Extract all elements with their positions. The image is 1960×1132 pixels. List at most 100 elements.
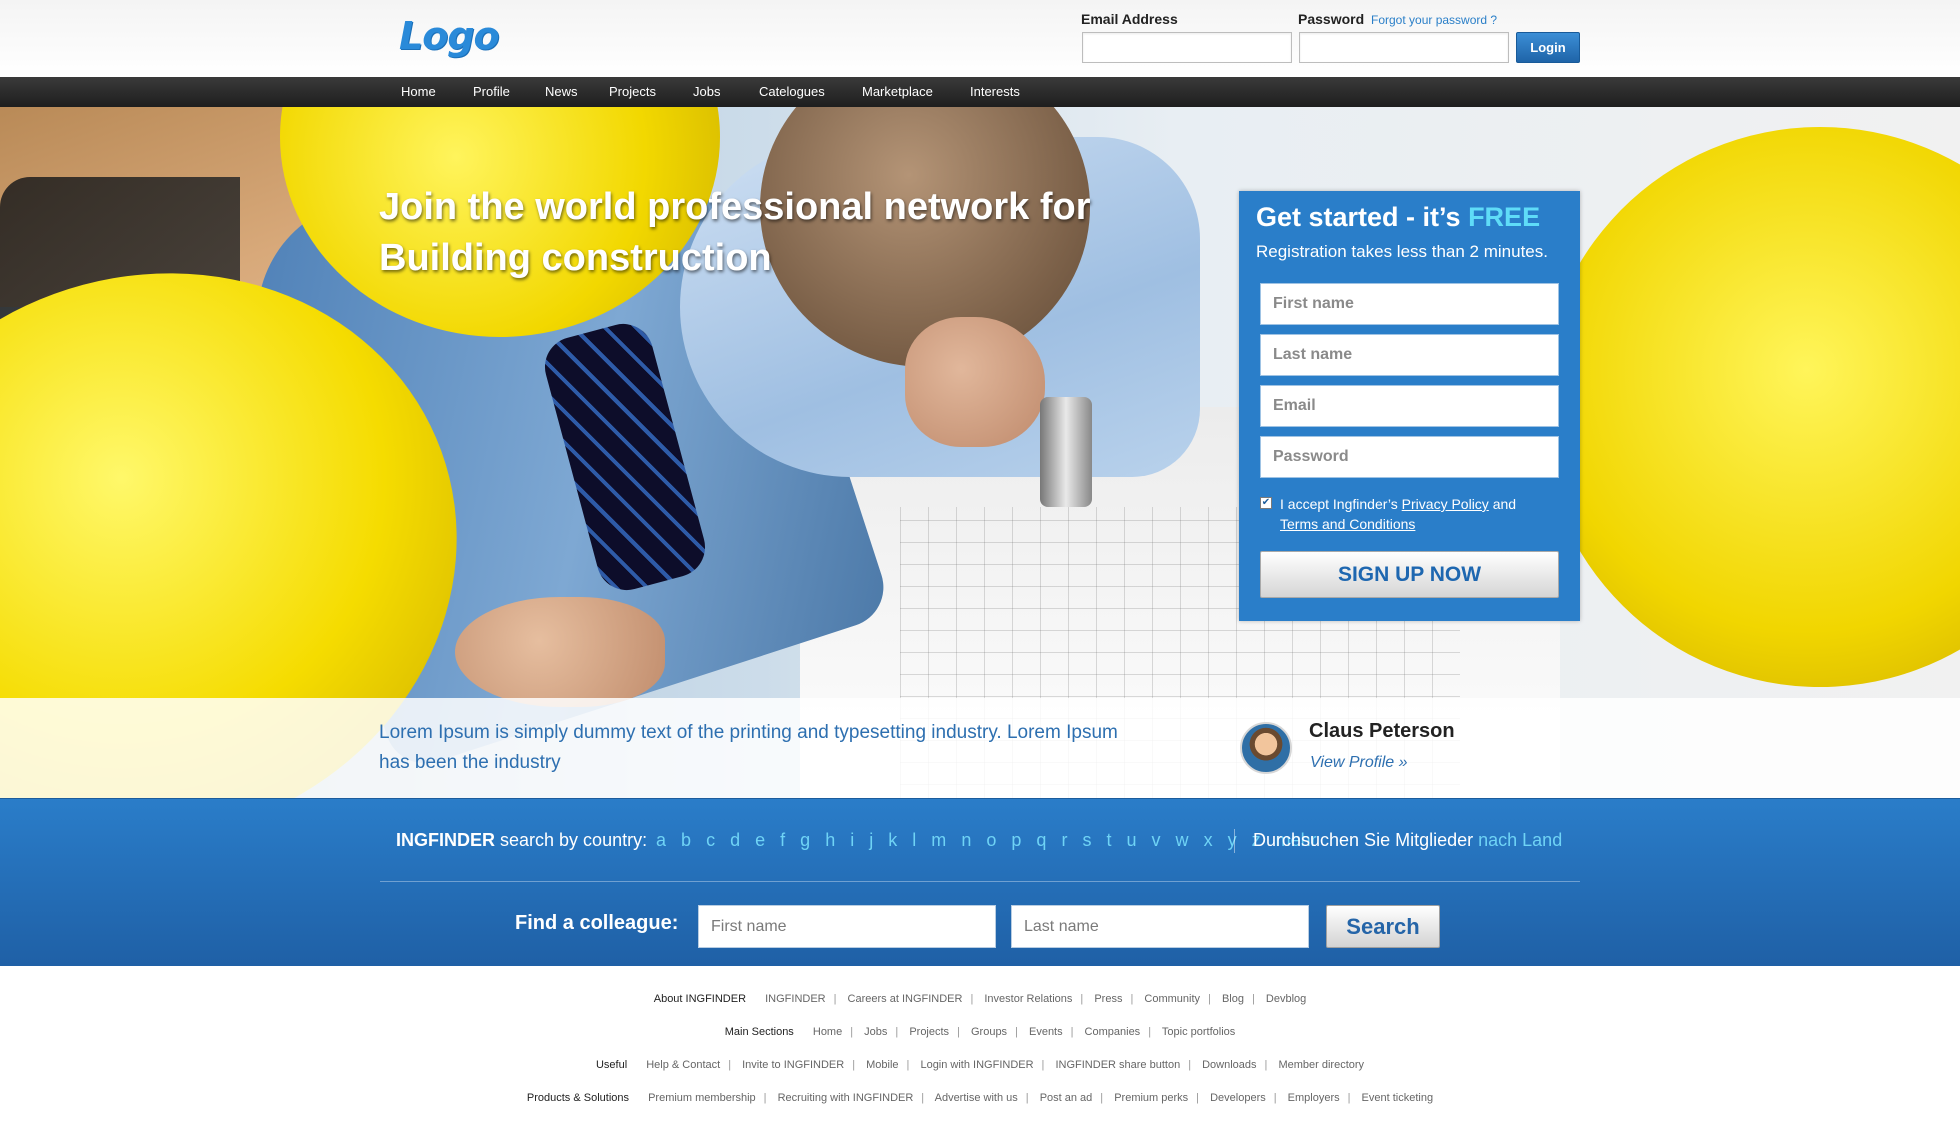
letter-link[interactable]: x [1204, 830, 1213, 850]
login-button[interactable]: Login [1516, 32, 1580, 63]
footer-link[interactable]: INGFINDER [765, 993, 826, 1005]
letter-link[interactable]: e [755, 830, 765, 850]
terms-and: and [1492, 496, 1517, 512]
footer-link[interactable]: Topic portfolios [1162, 1026, 1235, 1038]
letter-link[interactable]: s [1082, 830, 1091, 850]
de-text: Durchsuchen Sie Mitglieder [1253, 830, 1474, 850]
letter-link[interactable]: p [1011, 830, 1021, 850]
footer-link[interactable]: Community [1144, 993, 1200, 1005]
footer-link[interactable]: Premium membership [648, 1092, 756, 1104]
letter-link[interactable]: k [888, 830, 897, 850]
footer-link[interactable]: Companies [1085, 1026, 1141, 1038]
footer-heading: About INGFINDER [653, 993, 747, 1005]
footer-link[interactable]: Login with INGFINDER [920, 1059, 1033, 1071]
footer-link[interactable]: Mobile [866, 1059, 898, 1071]
signup-email-input[interactable] [1260, 385, 1559, 427]
footer-link[interactable]: Devblog [1266, 993, 1306, 1005]
footer-link[interactable]: Events [1029, 1026, 1063, 1038]
nav-news[interactable]: News [545, 77, 578, 107]
nav-home[interactable]: Home [401, 77, 436, 107]
view-profile-link[interactable]: View Profile » [1310, 754, 1408, 772]
footer-link[interactable]: Help & Contact [646, 1059, 720, 1071]
profile-avatar[interactable] [1240, 722, 1292, 774]
letter-link[interactable]: q [1036, 830, 1046, 850]
footer-link[interactable]: Invite to INGFINDER [742, 1059, 844, 1071]
signup-password-input[interactable] [1260, 436, 1559, 478]
footer-link[interactable]: Press [1094, 993, 1122, 1005]
footer-link[interactable]: Advertise with us [935, 1092, 1018, 1104]
nav-jobs[interactable]: Jobs [693, 77, 720, 107]
terms-conditions-link[interactable]: Terms and Conditions [1280, 516, 1415, 532]
colleague-first-name-input[interactable] [698, 905, 996, 948]
divider [1234, 829, 1235, 853]
letter-link[interactable]: g [800, 830, 810, 850]
footer-link[interactable]: Groups [971, 1026, 1007, 1038]
footer-link[interactable]: Developers [1210, 1092, 1266, 1104]
letter-link[interactable]: d [730, 830, 740, 850]
letter-link[interactable]: i [850, 830, 854, 850]
nav-projects[interactable]: Projects [609, 77, 656, 107]
privacy-policy-link[interactable]: Privacy Policy [1402, 496, 1489, 512]
footer-link[interactable]: Home [813, 1026, 842, 1038]
letter-link[interactable]: l [912, 830, 916, 850]
footer-link[interactable]: Premium perks [1114, 1092, 1188, 1104]
footer-link[interactable]: Blog [1222, 993, 1244, 1005]
letter-link[interactable]: m [931, 830, 946, 850]
nach-land-link[interactable]: nach Land [1478, 830, 1562, 850]
forgot-password-link[interactable]: Forgot your password ? [1371, 13, 1497, 27]
letter-link[interactable]: w [1176, 830, 1189, 850]
nav-catelogues[interactable]: Catelogues [759, 77, 825, 107]
profile-name: Claus Peterson [1309, 720, 1455, 742]
signup-panel: Get started - it’s FREE Registration tak… [1239, 191, 1580, 621]
signup-title: Get started - it’s FREE [1256, 202, 1540, 233]
letter-link[interactable]: f [780, 830, 785, 850]
footer-link[interactable]: Investor Relations [984, 993, 1072, 1005]
footer-link[interactable]: Projects [909, 1026, 949, 1038]
letter-link[interactable]: u [1127, 830, 1137, 850]
password-label: Password [1298, 11, 1365, 27]
letter-link[interactable]: t [1106, 830, 1111, 850]
letter-link[interactable]: a [656, 830, 666, 850]
featured-strip: Lorem Ipsum is simply dummy text of the … [0, 698, 1960, 798]
letter-link[interactable]: b [681, 830, 691, 850]
signup-subtitle: Registration takes less than 2 minutes. [1256, 242, 1548, 261]
colleague-last-name-input[interactable] [1011, 905, 1309, 948]
footer-link[interactable]: Event ticketing [1362, 1092, 1434, 1104]
terms-checkbox[interactable]: ✔ [1260, 497, 1272, 509]
footer-link[interactable]: INGFINDER share button [1055, 1059, 1180, 1071]
nav-profile[interactable]: Profile [473, 77, 510, 107]
signup-first-name-input[interactable] [1260, 283, 1559, 325]
nav-interests[interactable]: Interests [970, 77, 1020, 107]
nav-marketplace[interactable]: Marketplace [862, 77, 933, 107]
signup-last-name-input[interactable] [1260, 334, 1559, 376]
letter-link[interactable]: j [869, 830, 873, 850]
hero-photo-hand [905, 317, 1045, 447]
logo[interactable]: Logo [399, 14, 500, 58]
band-divider [380, 881, 1580, 882]
footer-link[interactable]: Employers [1288, 1092, 1340, 1104]
header-email-input[interactable] [1082, 32, 1292, 63]
footer-link[interactable]: Post an ad [1040, 1092, 1093, 1104]
letter-link[interactable]: y [1228, 830, 1237, 850]
footer-link[interactable]: Jobs [864, 1026, 887, 1038]
footer: About INGFINDER INGFINDER | Careers at IN… [0, 966, 1960, 1132]
footer-link[interactable]: Downloads [1202, 1059, 1256, 1071]
header-password-input[interactable] [1299, 32, 1509, 63]
footer-link[interactable]: Careers at INGFINDER [848, 993, 963, 1005]
letter-link[interactable]: o [986, 830, 996, 850]
letter-link[interactable]: v [1152, 830, 1161, 850]
hero-headline: Join the world professional network for … [379, 182, 1139, 284]
letter-link[interactable]: c [706, 830, 715, 850]
search-band: INGFINDER search by country: a b c d e f… [0, 798, 1960, 966]
search-button[interactable]: Search [1326, 905, 1440, 948]
brand-name: INGFINDER [396, 830, 495, 850]
hero-banner: Join the world professional network for … [0, 107, 1960, 798]
footer-link[interactable]: Member directory [1278, 1059, 1364, 1071]
sign-up-button[interactable]: SIGN UP NOW [1260, 551, 1559, 598]
letter-link[interactable]: n [961, 830, 971, 850]
footer-link[interactable]: Recruiting with INGFINDER [778, 1092, 914, 1104]
letter-link[interactable]: h [825, 830, 835, 850]
footer-heading: Useful [595, 1059, 628, 1071]
letter-link[interactable]: r [1061, 830, 1067, 850]
footer-heading: Main Sections [724, 1026, 794, 1038]
